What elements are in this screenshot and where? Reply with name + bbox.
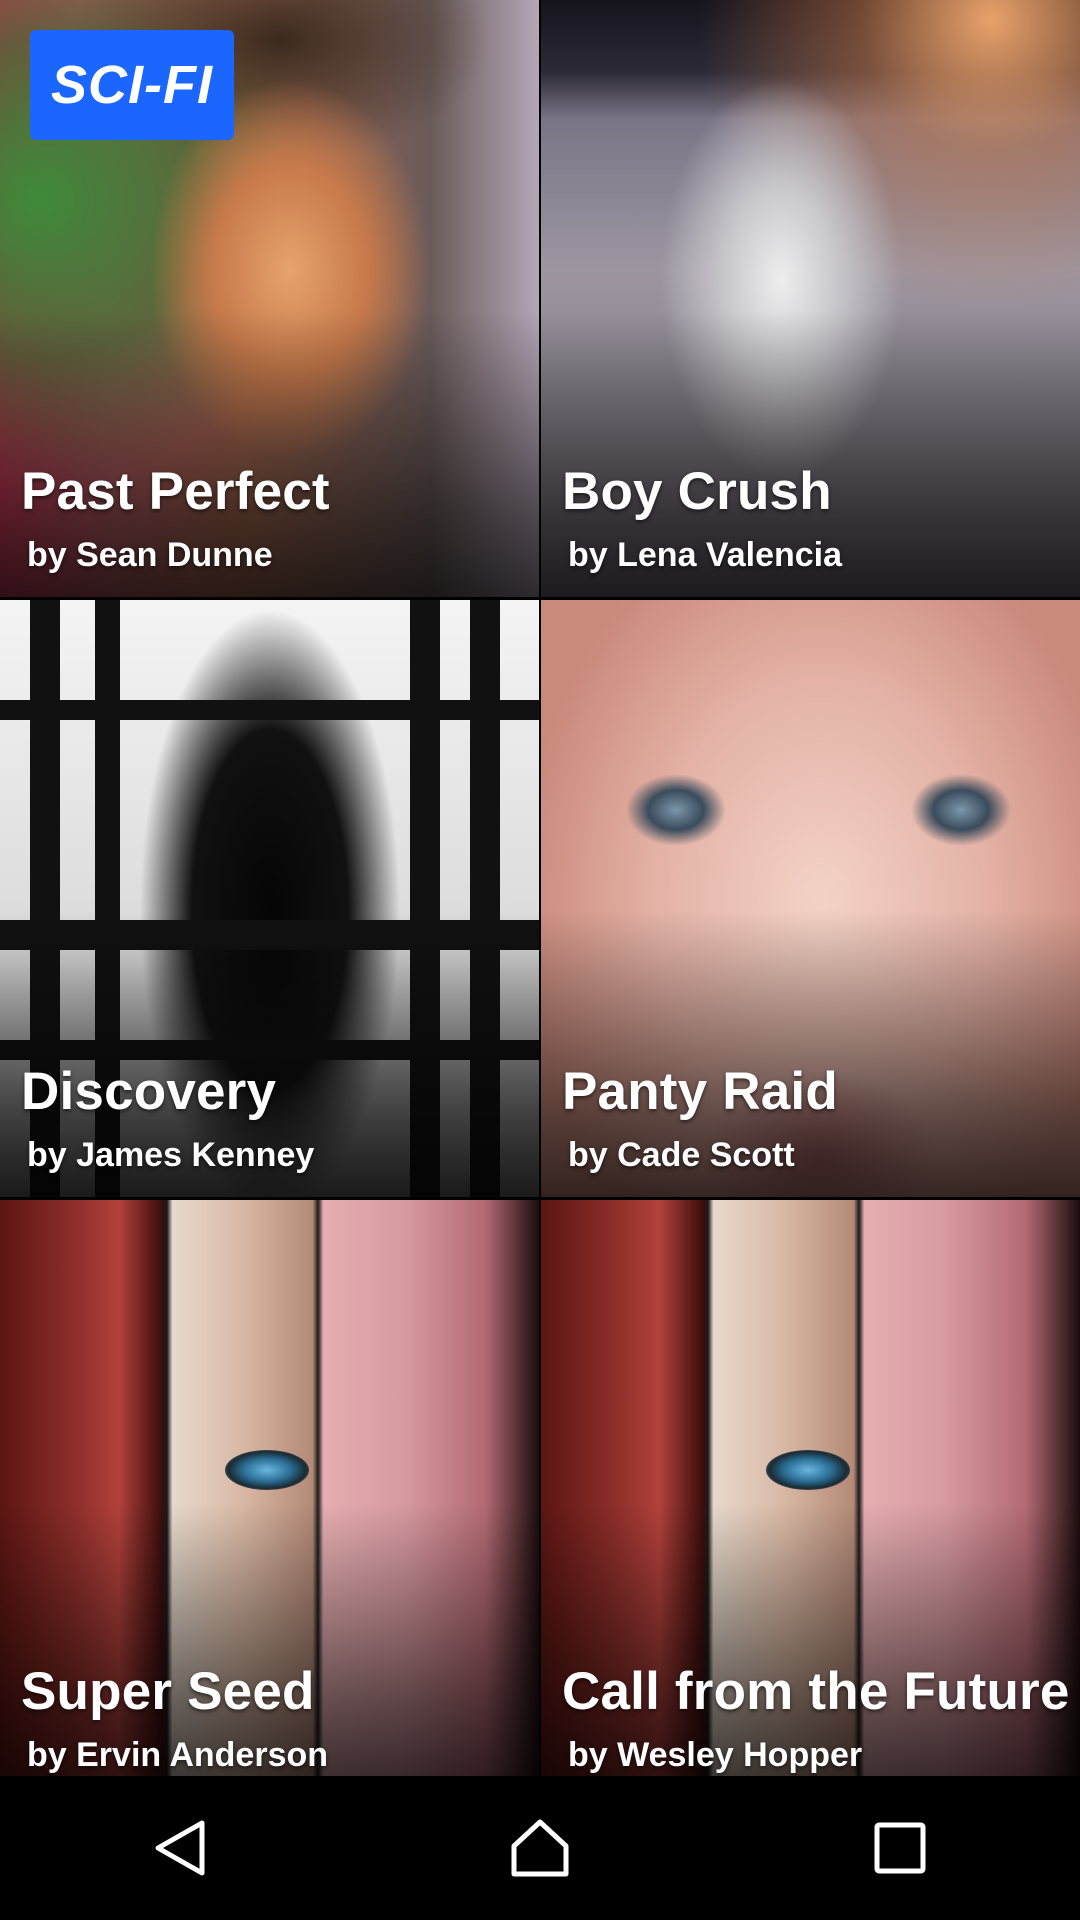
story-card-discovery[interactable]: Discovery by James Kenney <box>0 600 539 1197</box>
home-button[interactable] <box>460 1776 620 1920</box>
story-author: by Cade Scott <box>568 1136 795 1174</box>
back-icon <box>155 1820 205 1876</box>
recents-icon <box>874 1822 926 1874</box>
system-navigation-bar <box>0 1776 1080 1920</box>
story-author: by Sean Dunne <box>27 536 273 574</box>
story-author: by Ervin Anderson <box>27 1736 329 1774</box>
story-author: by James Kenney <box>27 1136 315 1174</box>
story-card-super-seed[interactable]: Super Seed by Ervin Anderson <box>0 1200 539 1782</box>
home-icon <box>511 1819 569 1877</box>
story-card-call-from-the-future[interactable]: Call from the Future by Wesley Hopper <box>541 1200 1080 1782</box>
story-card-boy-crush[interactable]: Boy Crush by Lena Valencia <box>541 0 1080 597</box>
story-title: Past Perfect <box>21 462 330 521</box>
story-card-panty-raid[interactable]: Panty Raid by Cade Scott <box>541 600 1080 1197</box>
story-title: Boy Crush <box>562 462 832 521</box>
genre-badge[interactable]: SCI-FI <box>30 30 234 140</box>
story-title: Super Seed <box>21 1662 315 1721</box>
story-title: Discovery <box>21 1062 277 1121</box>
story-title: Call from the Future <box>562 1662 1070 1721</box>
story-title: Panty Raid <box>562 1062 838 1121</box>
story-author: by Lena Valencia <box>568 536 843 574</box>
recents-button[interactable] <box>820 1776 980 1920</box>
story-grid: Past Perfect by Sean Dunne Boy Crush by … <box>0 0 1080 1782</box>
back-button[interactable] <box>100 1776 260 1920</box>
story-author: by Wesley Hopper <box>568 1736 863 1774</box>
